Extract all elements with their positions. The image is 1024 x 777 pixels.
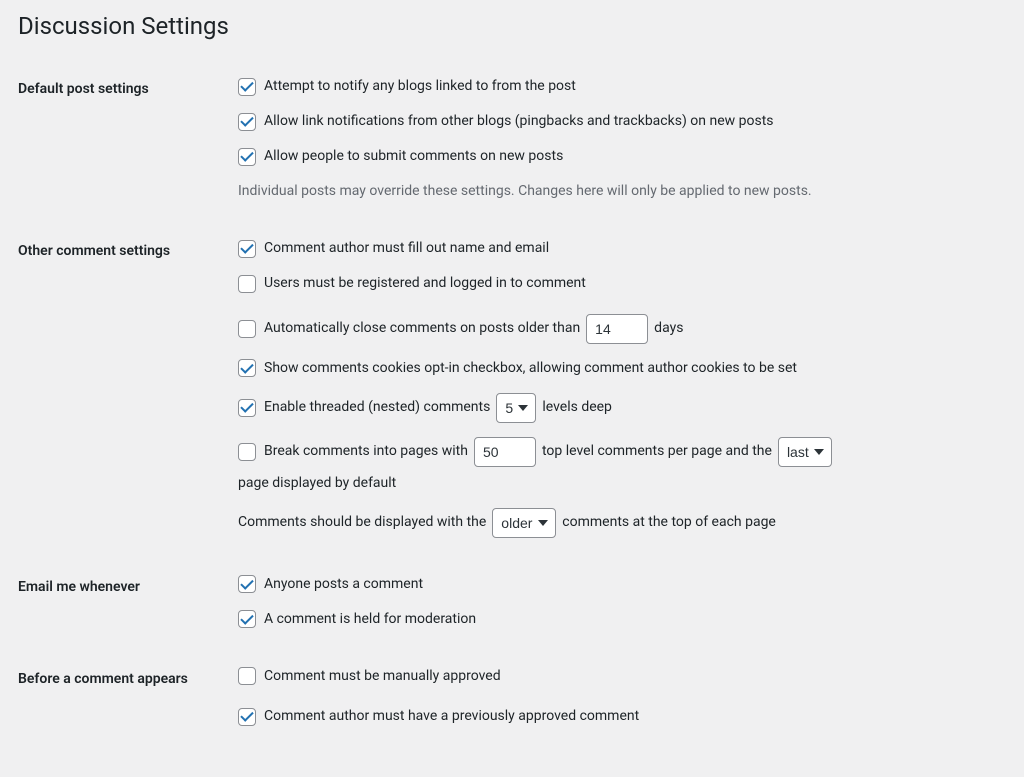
paginate-checkbox[interactable] <box>238 443 256 461</box>
default-post-note: Individual posts may override these sett… <box>238 181 996 202</box>
threaded-checkbox[interactable] <box>238 399 256 417</box>
email-anyone-posts-checkbox[interactable] <box>238 575 256 593</box>
manual-approve-option[interactable]: Comment must be manually approved <box>238 666 501 687</box>
notify-blogs-label: Attempt to notify any blogs linked to fr… <box>264 76 576 97</box>
email-held-moderation-checkbox[interactable] <box>238 610 256 628</box>
email-anyone-posts-option[interactable]: Anyone posts a comment <box>238 574 423 595</box>
paginate-option[interactable]: Break comments into pages with <box>238 441 468 462</box>
must-register-option[interactable]: Users must be registered and logged in t… <box>238 273 586 294</box>
fill-name-email-label: Comment author must fill out name and em… <box>264 238 549 259</box>
paginate-label-post: page displayed by default <box>238 473 396 494</box>
cookies-optin-checkbox[interactable] <box>238 359 256 377</box>
pingbacks-label: Allow link notifications from other blog… <box>264 111 774 132</box>
section-heading-default-post: Default post settings <box>18 60 238 222</box>
pingbacks-option[interactable]: Allow link notifications from other blog… <box>238 111 774 132</box>
auto-close-checkbox[interactable] <box>238 320 256 338</box>
email-held-moderation-label: A comment is held for moderation <box>264 609 476 630</box>
email-anyone-posts-label: Anyone posts a comment <box>264 574 423 595</box>
fill-name-email-option[interactable]: Comment author must fill out name and em… <box>238 238 549 259</box>
paginate-default-select[interactable]: last <box>778 437 832 467</box>
section-heading-other: Other comment settings <box>18 222 238 558</box>
paginate-label-pre: Break comments into pages with <box>264 441 468 462</box>
auto-close-days-input[interactable] <box>586 314 648 344</box>
threaded-levels-select[interactable]: 5 <box>496 393 536 423</box>
email-held-moderation-option[interactable]: A comment is held for moderation <box>238 609 476 630</box>
pingbacks-checkbox[interactable] <box>238 113 256 131</box>
auto-close-label-post: days <box>654 318 683 339</box>
prev-approved-label: Comment author must have a previously ap… <box>264 706 639 727</box>
allow-comments-option[interactable]: Allow people to submit comments on new p… <box>238 146 563 167</box>
section-heading-email: Email me whenever <box>18 558 238 650</box>
manual-approve-checkbox[interactable] <box>238 667 256 685</box>
page-title: Discussion Settings <box>18 12 1006 40</box>
must-register-label: Users must be registered and logged in t… <box>264 273 586 294</box>
fill-name-email-checkbox[interactable] <box>238 240 256 258</box>
must-register-checkbox[interactable] <box>238 275 256 293</box>
allow-comments-label: Allow people to submit comments on new p… <box>264 146 563 167</box>
order-label-pre: Comments should be displayed with the <box>238 512 486 533</box>
cookies-optin-option[interactable]: Show comments cookies opt-in checkbox, a… <box>238 358 797 379</box>
threaded-option[interactable]: Enable threaded (nested) comments <box>238 397 490 418</box>
prev-approved-checkbox[interactable] <box>238 708 256 726</box>
cookies-optin-label: Show comments cookies opt-in checkbox, a… <box>264 358 797 379</box>
section-heading-before: Before a comment appears <box>18 650 238 748</box>
prev-approved-option[interactable]: Comment author must have a previously ap… <box>238 706 639 727</box>
notify-blogs-option[interactable]: Attempt to notify any blogs linked to fr… <box>238 76 576 97</box>
threaded-label-post: levels deep <box>542 397 612 418</box>
order-label-post: comments at the top of each page <box>562 512 776 533</box>
threaded-label-pre: Enable threaded (nested) comments <box>264 397 490 418</box>
manual-approve-label: Comment must be manually approved <box>264 666 501 687</box>
order-select[interactable]: older <box>492 508 556 538</box>
paginate-count-input[interactable] <box>474 437 536 467</box>
paginate-label-mid: top level comments per page and the <box>542 441 772 462</box>
settings-form: Default post settings Attempt to notify … <box>18 60 1006 747</box>
allow-comments-checkbox[interactable] <box>238 148 256 166</box>
notify-blogs-checkbox[interactable] <box>238 78 256 96</box>
auto-close-label-pre: Automatically close comments on posts ol… <box>264 318 580 339</box>
auto-close-option[interactable]: Automatically close comments on posts ol… <box>238 318 580 339</box>
